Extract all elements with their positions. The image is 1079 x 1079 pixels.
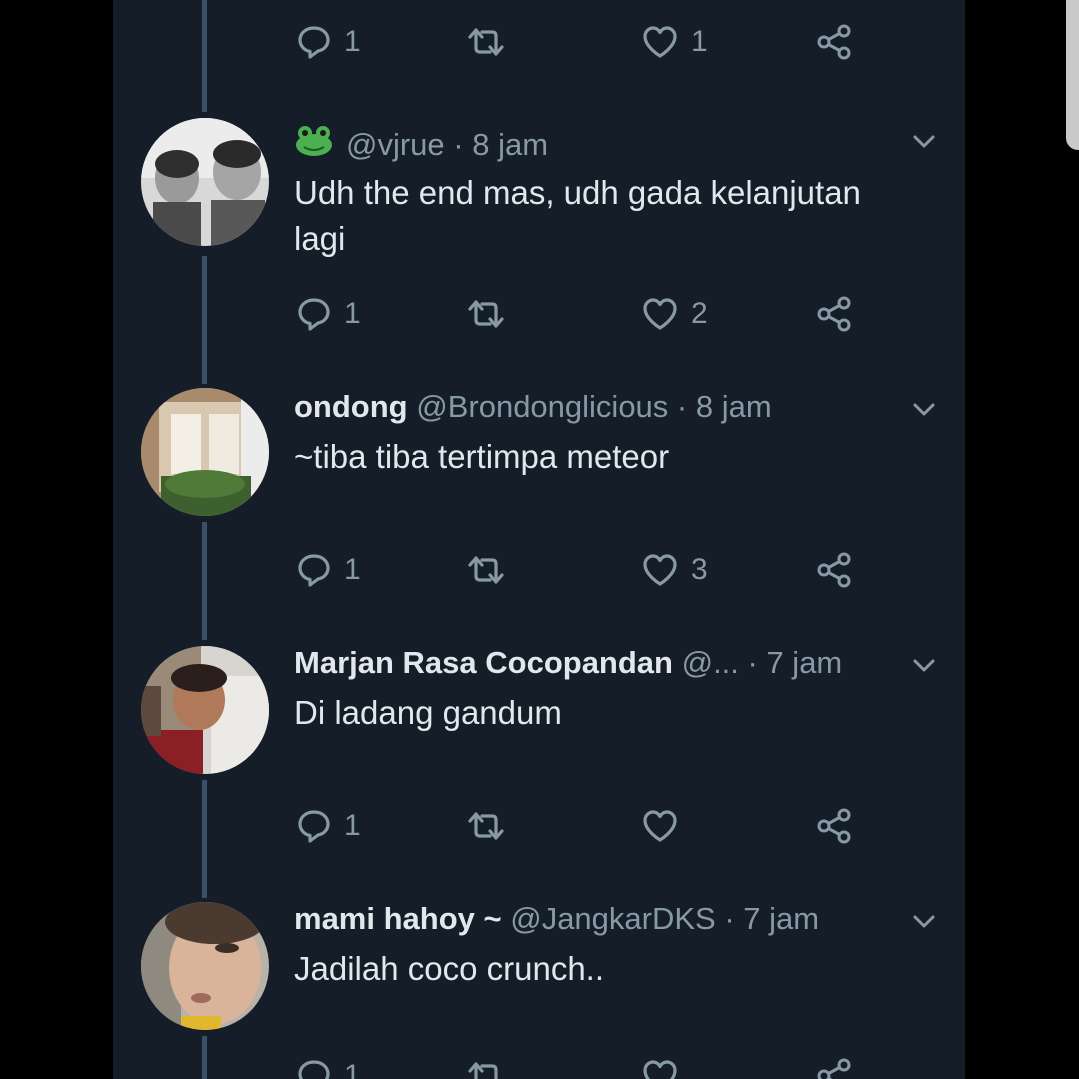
tweet-text: Di ladang gandum — [294, 694, 562, 731]
share-icon — [817, 808, 851, 844]
tweet-actions: 1 3 — [296, 548, 856, 592]
retweet-icon — [468, 812, 504, 840]
reply-button[interactable]: 1 — [296, 20, 361, 64]
retweet-icon — [468, 1062, 498, 1079]
retweet-button[interactable] — [466, 548, 518, 592]
display-name[interactable]: mami hahoy ~ — [294, 901, 502, 936]
like-icon — [643, 1060, 677, 1079]
retweet-icon — [468, 28, 504, 56]
share-button[interactable] — [816, 292, 854, 336]
reply-button[interactable]: 1 — [296, 548, 361, 592]
reply-button[interactable]: 1 — [296, 292, 361, 336]
tweet-header: ondong @Brondonglicious · 8 jam — [294, 384, 854, 430]
frog-emoji-icon — [294, 124, 334, 168]
like-count: 3 — [691, 553, 708, 586]
share-button[interactable] — [816, 548, 854, 592]
like-button[interactable] — [641, 804, 691, 848]
tweet-actions: 1 — [296, 1054, 856, 1079]
tweet[interactable]: @vjrue · 8 jam Udh the end mas, udh gada… — [113, 118, 965, 338]
tweet-header: Marjan Rasa Cocopandan @... · 7 jam — [294, 640, 854, 686]
timestamp: · 7 jam — [738, 645, 843, 680]
avatar[interactable] — [141, 388, 269, 516]
timestamp: · 8 jam — [668, 389, 772, 424]
like-count: 1 — [691, 25, 708, 58]
timestamp: · 8 jam — [444, 127, 549, 162]
display-name[interactable]: Marjan Rasa Cocopandan — [294, 645, 673, 680]
chevron-down-icon[interactable] — [909, 126, 939, 156]
like-button[interactable] — [641, 1054, 679, 1079]
like-button[interactable]: 3 — [641, 548, 708, 592]
reply-count: 1 — [344, 297, 361, 330]
share-button[interactable] — [816, 1054, 854, 1079]
tweet-text: ~tiba tiba tertimpa meteor — [294, 438, 670, 475]
retweet-button[interactable] — [466, 1054, 506, 1079]
like-button[interactable]: 2 — [641, 292, 708, 336]
reply-icon — [298, 1060, 330, 1079]
reply-count: 1 — [344, 809, 361, 842]
reply-count: 1 — [344, 553, 361, 586]
like-button[interactable]: 1 — [641, 20, 708, 64]
reply-icon — [298, 554, 330, 587]
tweet-header: @vjrue · 8 jam — [294, 122, 854, 168]
reply-count: 1 — [344, 1059, 361, 1079]
tweet-actions: 1 1 — [296, 20, 856, 64]
share-icon — [817, 24, 851, 60]
share-icon — [817, 296, 851, 332]
display-name[interactable]: ondong — [294, 389, 408, 424]
tweet-actions: 1 — [296, 804, 856, 848]
retweet-button[interactable] — [466, 804, 518, 848]
share-button[interactable] — [816, 804, 854, 848]
like-icon — [643, 298, 677, 330]
handle[interactable]: @JangkarDKS — [502, 901, 716, 936]
like-icon — [643, 554, 677, 586]
reply-icon — [298, 810, 330, 843]
avatar[interactable] — [141, 902, 269, 1030]
share-button[interactable] — [816, 20, 854, 64]
thread-line — [202, 0, 207, 112]
retweet-icon — [468, 300, 504, 328]
reply-button[interactable]: 1 — [296, 804, 361, 848]
tweet[interactable]: Marjan Rasa Cocopandan @... · 7 jam Di l… — [113, 640, 965, 860]
tweet-text: Jadilah coco crunch.. — [294, 950, 605, 987]
handle[interactable]: @... — [673, 645, 739, 680]
handle[interactable]: @Brondonglicious — [408, 389, 668, 424]
reply-icon — [298, 26, 330, 59]
retweet-button[interactable] — [466, 292, 518, 336]
like-icon — [643, 26, 677, 58]
reply-icon — [298, 298, 330, 331]
tweet-header: mami hahoy ~ @JangkarDKS · 7 jam — [294, 896, 854, 942]
retweet-icon — [468, 556, 504, 584]
reply-count: 1 — [344, 25, 361, 58]
tweet-text: Udh the end mas, udh gada kelanjutan lag… — [294, 174, 861, 257]
tweet[interactable]: ondong @Brondonglicious · 8 jam ~tiba ti… — [113, 384, 965, 604]
chevron-down-icon[interactable] — [909, 906, 939, 936]
like-count: 2 — [691, 297, 708, 330]
share-icon — [817, 552, 851, 588]
chevron-down-icon[interactable] — [909, 394, 939, 424]
share-icon — [817, 1058, 851, 1079]
scroll-handle[interactable] — [1066, 0, 1079, 150]
timestamp: · 7 jam — [715, 901, 820, 936]
chevron-down-icon[interactable] — [909, 650, 939, 680]
tweet[interactable]: mami hahoy ~ @JangkarDKS · 7 jam Jadilah… — [113, 896, 965, 1079]
avatar[interactable] — [141, 118, 269, 246]
like-icon — [643, 810, 677, 842]
handle[interactable]: @vjrue — [346, 127, 445, 162]
avatar[interactable] — [141, 646, 269, 774]
reply-button[interactable]: 1 — [296, 1054, 361, 1079]
tweet-actions: 1 2 — [296, 292, 856, 336]
retweet-button[interactable] — [466, 20, 518, 64]
twitter-thread-screen: 1 1 @vjrue · 8 jam Udh the end mas, udh … — [113, 0, 965, 1079]
